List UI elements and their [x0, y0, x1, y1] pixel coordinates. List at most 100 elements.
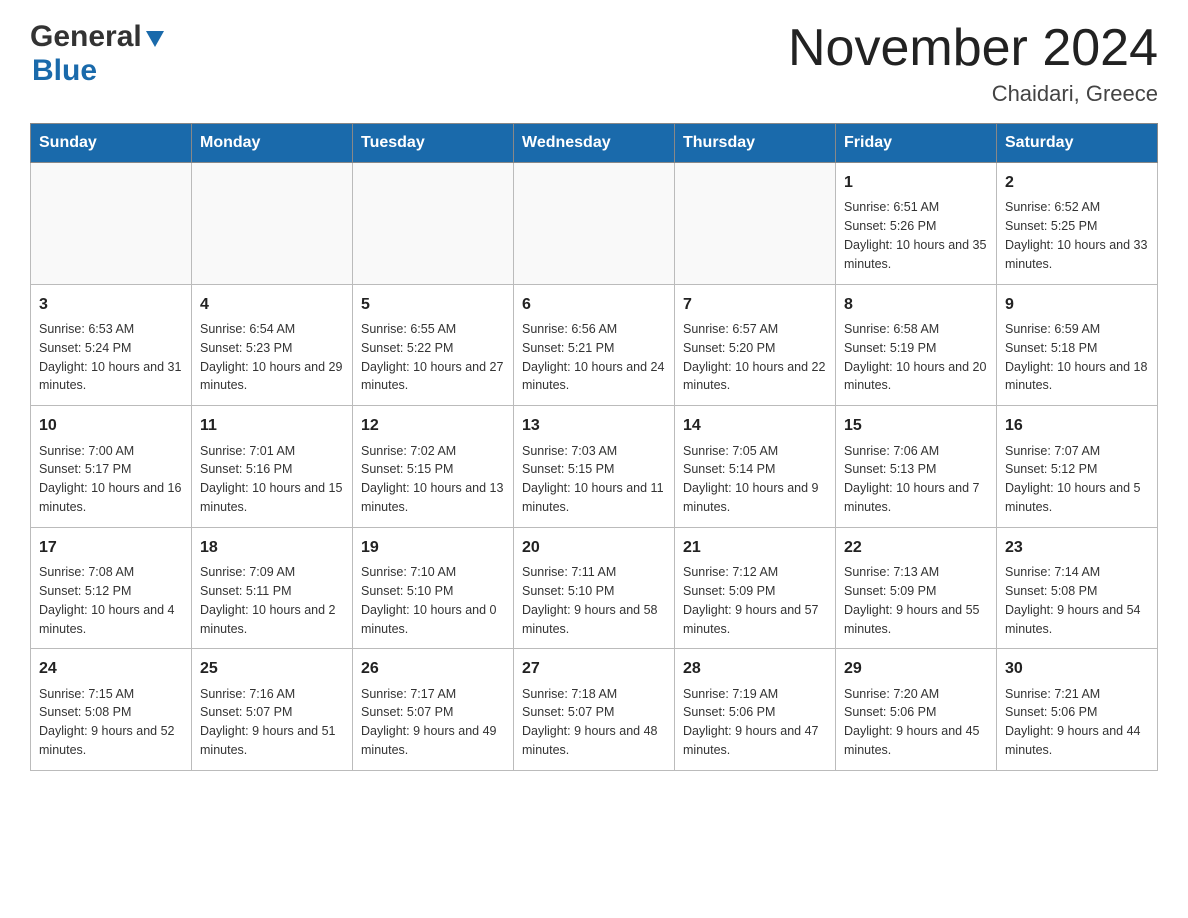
day-info: Sunrise: 6:55 AMSunset: 5:22 PMDaylight:…	[361, 322, 503, 393]
day-number: 1	[844, 171, 988, 194]
day-number: 21	[683, 536, 827, 559]
day-cell: 20 Sunrise: 7:11 AMSunset: 5:10 PMDayligh…	[514, 527, 675, 649]
weekday-header-tuesday: Tuesday	[353, 124, 514, 163]
day-info: Sunrise: 7:05 AMSunset: 5:14 PMDaylight:…	[683, 444, 819, 515]
weekday-header-friday: Friday	[836, 124, 997, 163]
day-cell: 19Sunrise: 7:10 AMSunset: 5:10 PMDayligh…	[353, 527, 514, 649]
day-info: Sunrise: 7:21 AMSunset: 5:06 PMDaylight:…	[1005, 687, 1141, 758]
day-cell: 1 Sunrise: 6:51 AMSunset: 5:26 PMDaylight…	[836, 163, 997, 285]
day-info: Sunrise: 7:09 AMSunset: 5:11 PMDaylight:…	[200, 565, 336, 636]
day-cell: 21Sunrise: 7:12 AMSunset: 5:09 PMDayligh…	[675, 527, 836, 649]
day-info: Sunrise: 7:10 AMSunset: 5:10 PMDaylight:…	[361, 565, 497, 636]
day-info: Sunrise: 7:17 AMSunset: 5:07 PMDaylight:…	[361, 687, 497, 758]
day-number: 9	[1005, 293, 1149, 316]
day-info: Sunrise: 7:14 AMSunset: 5:08 PMDaylight:…	[1005, 565, 1141, 636]
day-info: Sunrise: 7:13 AMSunset: 5:09 PMDaylight:…	[844, 565, 980, 636]
day-info: Sunrise: 7:06 AMSunset: 5:13 PMDaylight:…	[844, 444, 980, 515]
day-number: 28	[683, 657, 827, 680]
day-cell: 9 Sunrise: 6:59 AMSunset: 5:18 PMDaylight…	[997, 284, 1158, 406]
day-cell: 12 Sunrise: 7:02 AMSunset: 5:15 PMDayligh…	[353, 406, 514, 528]
weekday-header-sunday: Sunday	[31, 124, 192, 163]
day-number: 10	[39, 414, 183, 437]
day-number: 26	[361, 657, 505, 680]
weekday-header-saturday: Saturday	[997, 124, 1158, 163]
day-number: 27	[522, 657, 666, 680]
day-cell: 11 Sunrise: 7:01 AMSunset: 5:16 PMDayligh…	[192, 406, 353, 528]
location-title: Chaidari, Greece	[788, 81, 1158, 107]
day-info: Sunrise: 7:20 AMSunset: 5:06 PMDaylight:…	[844, 687, 980, 758]
day-number: 4	[200, 293, 344, 316]
day-info: Sunrise: 7:15 AMSunset: 5:08 PMDaylight:…	[39, 687, 175, 758]
day-number: 13	[522, 414, 666, 437]
day-number: 22	[844, 536, 988, 559]
day-number: 23	[1005, 536, 1149, 559]
day-info: Sunrise: 6:54 AMSunset: 5:23 PMDaylight:…	[200, 322, 342, 393]
day-cell: 14 Sunrise: 7:05 AMSunset: 5:14 PMDayligh…	[675, 406, 836, 528]
day-number: 14	[683, 414, 827, 437]
day-number: 11	[200, 414, 344, 437]
day-cell	[514, 163, 675, 285]
day-number: 3	[39, 293, 183, 316]
day-cell: 16Sunrise: 7:07 AMSunset: 5:12 PMDayligh…	[997, 406, 1158, 528]
weekday-header-monday: Monday	[192, 124, 353, 163]
day-cell: 26 Sunrise: 7:17 AMSunset: 5:07 PMDayligh…	[353, 649, 514, 771]
day-cell	[192, 163, 353, 285]
day-cell	[353, 163, 514, 285]
day-info: Sunrise: 7:03 AMSunset: 5:15 PMDaylight:…	[522, 444, 664, 515]
day-info: Sunrise: 7:11 AMSunset: 5:10 PMDaylight:…	[522, 565, 658, 636]
day-number: 12	[361, 414, 505, 437]
week-row-4: 17Sunrise: 7:08 AMSunset: 5:12 PMDayligh…	[31, 527, 1158, 649]
month-title: November 2024	[788, 20, 1158, 77]
day-number: 2	[1005, 171, 1149, 194]
weekday-header-thursday: Thursday	[675, 124, 836, 163]
day-cell: 8 Sunrise: 6:58 AMSunset: 5:19 PMDaylight…	[836, 284, 997, 406]
day-info: Sunrise: 6:52 AMSunset: 5:25 PMDaylight:…	[1005, 200, 1147, 271]
day-number: 16	[1005, 414, 1149, 437]
day-cell	[675, 163, 836, 285]
day-cell: 15 Sunrise: 7:06 AMSunset: 5:13 PMDayligh…	[836, 406, 997, 528]
day-cell: 24 Sunrise: 7:15 AMSunset: 5:08 PMDayligh…	[31, 649, 192, 771]
day-cell: 29 Sunrise: 7:20 AMSunset: 5:06 PMDayligh…	[836, 649, 997, 771]
day-number: 20	[522, 536, 666, 559]
day-info: Sunrise: 7:02 AMSunset: 5:15 PMDaylight:…	[361, 444, 503, 515]
day-number: 8	[844, 293, 988, 316]
weekday-header-row: SundayMondayTuesdayWednesdayThursdayFrid…	[31, 124, 1158, 163]
day-info: Sunrise: 6:58 AMSunset: 5:19 PMDaylight:…	[844, 322, 986, 393]
day-cell: 22 Sunrise: 7:13 AMSunset: 5:09 PMDayligh…	[836, 527, 997, 649]
day-cell: 2 Sunrise: 6:52 AMSunset: 5:25 PMDaylight…	[997, 163, 1158, 285]
title-area: November 2024 Chaidari, Greece	[788, 20, 1158, 107]
week-row-2: 3 Sunrise: 6:53 AMSunset: 5:24 PMDaylight…	[31, 284, 1158, 406]
day-number: 25	[200, 657, 344, 680]
day-number: 24	[39, 657, 183, 680]
day-number: 5	[361, 293, 505, 316]
day-cell: 23 Sunrise: 7:14 AMSunset: 5:08 PMDayligh…	[997, 527, 1158, 649]
day-info: Sunrise: 6:56 AMSunset: 5:21 PMDaylight:…	[522, 322, 664, 393]
day-number: 17	[39, 536, 183, 559]
day-number: 15	[844, 414, 988, 437]
day-info: Sunrise: 7:19 AMSunset: 5:06 PMDaylight:…	[683, 687, 819, 758]
logo-arrow-icon	[144, 27, 166, 49]
day-info: Sunrise: 6:57 AMSunset: 5:20 PMDaylight:…	[683, 322, 825, 393]
page-header: General Blue November 2024 Chaidari, Gre…	[30, 20, 1158, 107]
day-number: 29	[844, 657, 988, 680]
logo: General Blue	[30, 20, 166, 88]
day-info: Sunrise: 7:18 AMSunset: 5:07 PMDaylight:…	[522, 687, 658, 758]
day-info: Sunrise: 6:59 AMSunset: 5:18 PMDaylight:…	[1005, 322, 1147, 393]
day-cell: 4 Sunrise: 6:54 AMSunset: 5:23 PMDaylight…	[192, 284, 353, 406]
day-info: Sunrise: 6:53 AMSunset: 5:24 PMDaylight:…	[39, 322, 181, 393]
day-cell: 3 Sunrise: 6:53 AMSunset: 5:24 PMDaylight…	[31, 284, 192, 406]
day-cell: 27 Sunrise: 7:18 AMSunset: 5:07 PMDayligh…	[514, 649, 675, 771]
day-info: Sunrise: 7:01 AMSunset: 5:16 PMDaylight:…	[200, 444, 342, 515]
day-cell: 10Sunrise: 7:00 AMSunset: 5:17 PMDayligh…	[31, 406, 192, 528]
day-cell: 5 Sunrise: 6:55 AMSunset: 5:22 PMDaylight…	[353, 284, 514, 406]
day-cell: 13 Sunrise: 7:03 AMSunset: 5:15 PMDayligh…	[514, 406, 675, 528]
day-cell: 18Sunrise: 7:09 AMSunset: 5:11 PMDayligh…	[192, 527, 353, 649]
day-info: Sunrise: 6:51 AMSunset: 5:26 PMDaylight:…	[844, 200, 986, 271]
day-number: 7	[683, 293, 827, 316]
calendar-table: SundayMondayTuesdayWednesdayThursdayFrid…	[30, 123, 1158, 771]
week-row-3: 10Sunrise: 7:00 AMSunset: 5:17 PMDayligh…	[31, 406, 1158, 528]
day-number: 30	[1005, 657, 1149, 680]
day-cell: 28 Sunrise: 7:19 AMSunset: 5:06 PMDayligh…	[675, 649, 836, 771]
day-cell: 6Sunrise: 6:56 AMSunset: 5:21 PMDaylight…	[514, 284, 675, 406]
day-cell: 17Sunrise: 7:08 AMSunset: 5:12 PMDayligh…	[31, 527, 192, 649]
